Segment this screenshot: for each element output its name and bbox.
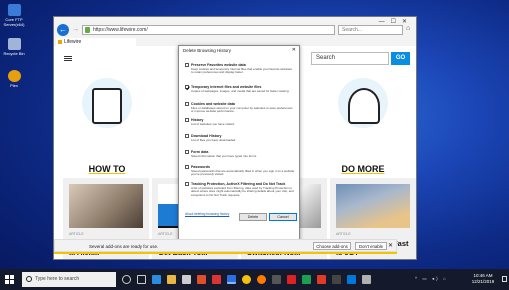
article-image (69, 184, 143, 228)
file-explorer-icon[interactable] (167, 275, 176, 284)
desktop-icon-label: Core FTP Server(x64) (3, 17, 25, 27)
article-label: ARTICLE (158, 232, 173, 236)
dialog-title: Delete Browsing History (183, 48, 232, 53)
checkbox[interactable] (185, 165, 189, 169)
dont-enable-button[interactable]: Don't enable (355, 242, 387, 250)
chrome-icon[interactable] (242, 275, 251, 284)
app-icon[interactable] (332, 275, 341, 284)
checkbox[interactable] (185, 134, 189, 138)
do-more-illustration (324, 74, 402, 164)
option-description: List of files you have downloaded. (191, 137, 237, 142)
clock-date: 12/21/2019 (471, 279, 495, 284)
forward-button[interactable]: → (72, 26, 79, 33)
cancel-button[interactable]: Cancel (269, 213, 297, 221)
taskbar-search[interactable]: Type here to search (22, 272, 116, 287)
office-icon[interactable] (197, 275, 206, 284)
tab-lifewire[interactable]: Lifewire (56, 38, 136, 46)
article-label: ARTICLE (336, 232, 351, 236)
choose-addons-button[interactable]: Choose add-ons (313, 242, 351, 250)
option-description: Copies of webpages, images, and media th… (191, 88, 290, 93)
checkbox[interactable] (185, 63, 189, 67)
address-bar[interactable]: https://www.lifewire.com/ (82, 25, 335, 35)
app-icon[interactable] (317, 275, 326, 284)
taskbar-search-placeholder: Type here to search (35, 276, 80, 282)
tab-label: Lifewire (64, 39, 82, 45)
site-search-input[interactable]: Search (311, 52, 389, 65)
checkbox[interactable] (185, 85, 189, 89)
taskbar: Type here to search ^ ▭ ◂) ⌂ 10:46 AM 12… (0, 269, 509, 290)
lifewire-favicon (58, 40, 62, 44)
desktop-icon-plex[interactable]: Plex (2, 70, 26, 88)
desktop-icon-core-ftp[interactable]: Core FTP Server(x64) (2, 4, 26, 27)
app-icon[interactable] (212, 275, 221, 284)
checkbox[interactable] (185, 102, 189, 106)
notification-text: Several add-ons are ready for use. (89, 244, 159, 249)
menu-icon[interactable] (64, 56, 72, 61)
clock[interactable]: 10:46 AM 12/21/2019 (466, 273, 500, 285)
option-description: A list of websites excluded from filteri… (191, 185, 294, 197)
search-icon (26, 276, 32, 282)
close-icon[interactable]: ✕ (292, 47, 296, 53)
option-description: Saved passwords that are automatically f… (191, 168, 295, 177)
about-deleting-history-link[interactable]: About deleting browsing history (185, 212, 235, 216)
how-to-illustration (68, 74, 146, 164)
close-icon[interactable]: ✕ (388, 242, 393, 249)
browser-search-box[interactable]: Search... (338, 25, 403, 35)
option-description: Keep cookies and temporary Internet file… (191, 66, 292, 75)
checkbox[interactable] (185, 118, 189, 122)
edge-icon[interactable] (152, 275, 161, 284)
windows-start-icon[interactable] (5, 275, 14, 284)
window-controls[interactable]: —☐✕ (379, 18, 413, 25)
go-button[interactable]: GO (391, 52, 410, 65)
core-ftp-icon (7, 4, 21, 16)
browser-toolbar: —☐✕ ← → https://www.lifewire.com/ Search… (54, 17, 416, 46)
app-icon[interactable] (302, 275, 311, 284)
app-icon[interactable] (362, 275, 371, 284)
delete-browsing-history-dialog: Delete Browsing History ✕ Preserve Favor… (178, 45, 300, 250)
back-button[interactable]: ← (57, 24, 69, 36)
checkbox[interactable] (185, 150, 189, 154)
address-text: https://www.lifewire.com/ (93, 27, 148, 33)
recycle-bin-icon (7, 38, 21, 50)
option-description: Files or databases stored on your comput… (191, 105, 293, 114)
article-label: ARTICLE (69, 232, 84, 236)
desktop-icon-label: Plex (10, 83, 18, 88)
delete-button[interactable]: Delete (239, 213, 267, 221)
store-icon[interactable] (182, 275, 191, 284)
desktop-icon-recycle-bin[interactable]: Recycle Bin (2, 38, 26, 56)
option-description: Saved information that you have typed in… (191, 153, 258, 158)
desktop-icon-label: Recycle Bin (3, 51, 25, 56)
option-description: List of websites you have visited. (191, 121, 235, 126)
plex-icon (7, 70, 21, 82)
category-how-to[interactable]: HOW TO (68, 164, 146, 174)
app-icon[interactable] (287, 275, 296, 284)
internet-explorer-icon[interactable] (227, 275, 236, 284)
home-icon[interactable]: ⌂ (406, 25, 410, 32)
checkbox[interactable] (185, 182, 189, 186)
lock-icon (85, 27, 90, 33)
category-do-more[interactable]: DO MORE (324, 164, 402, 174)
firefox-icon[interactable] (257, 275, 266, 284)
app-icon[interactable] (272, 275, 281, 284)
notification-accent-bar (54, 252, 397, 254)
system-tray-icons[interactable]: ^ ▭ ◂) ⌂ (415, 276, 448, 282)
task-view-icon[interactable] (137, 275, 146, 284)
cortana-icon[interactable] (122, 275, 131, 284)
addons-notification-bar: Several add-ons are ready for use. Choos… (54, 239, 397, 252)
app-icon[interactable] (347, 275, 356, 284)
action-center-icon[interactable] (502, 276, 507, 282)
article-image (336, 184, 410, 228)
